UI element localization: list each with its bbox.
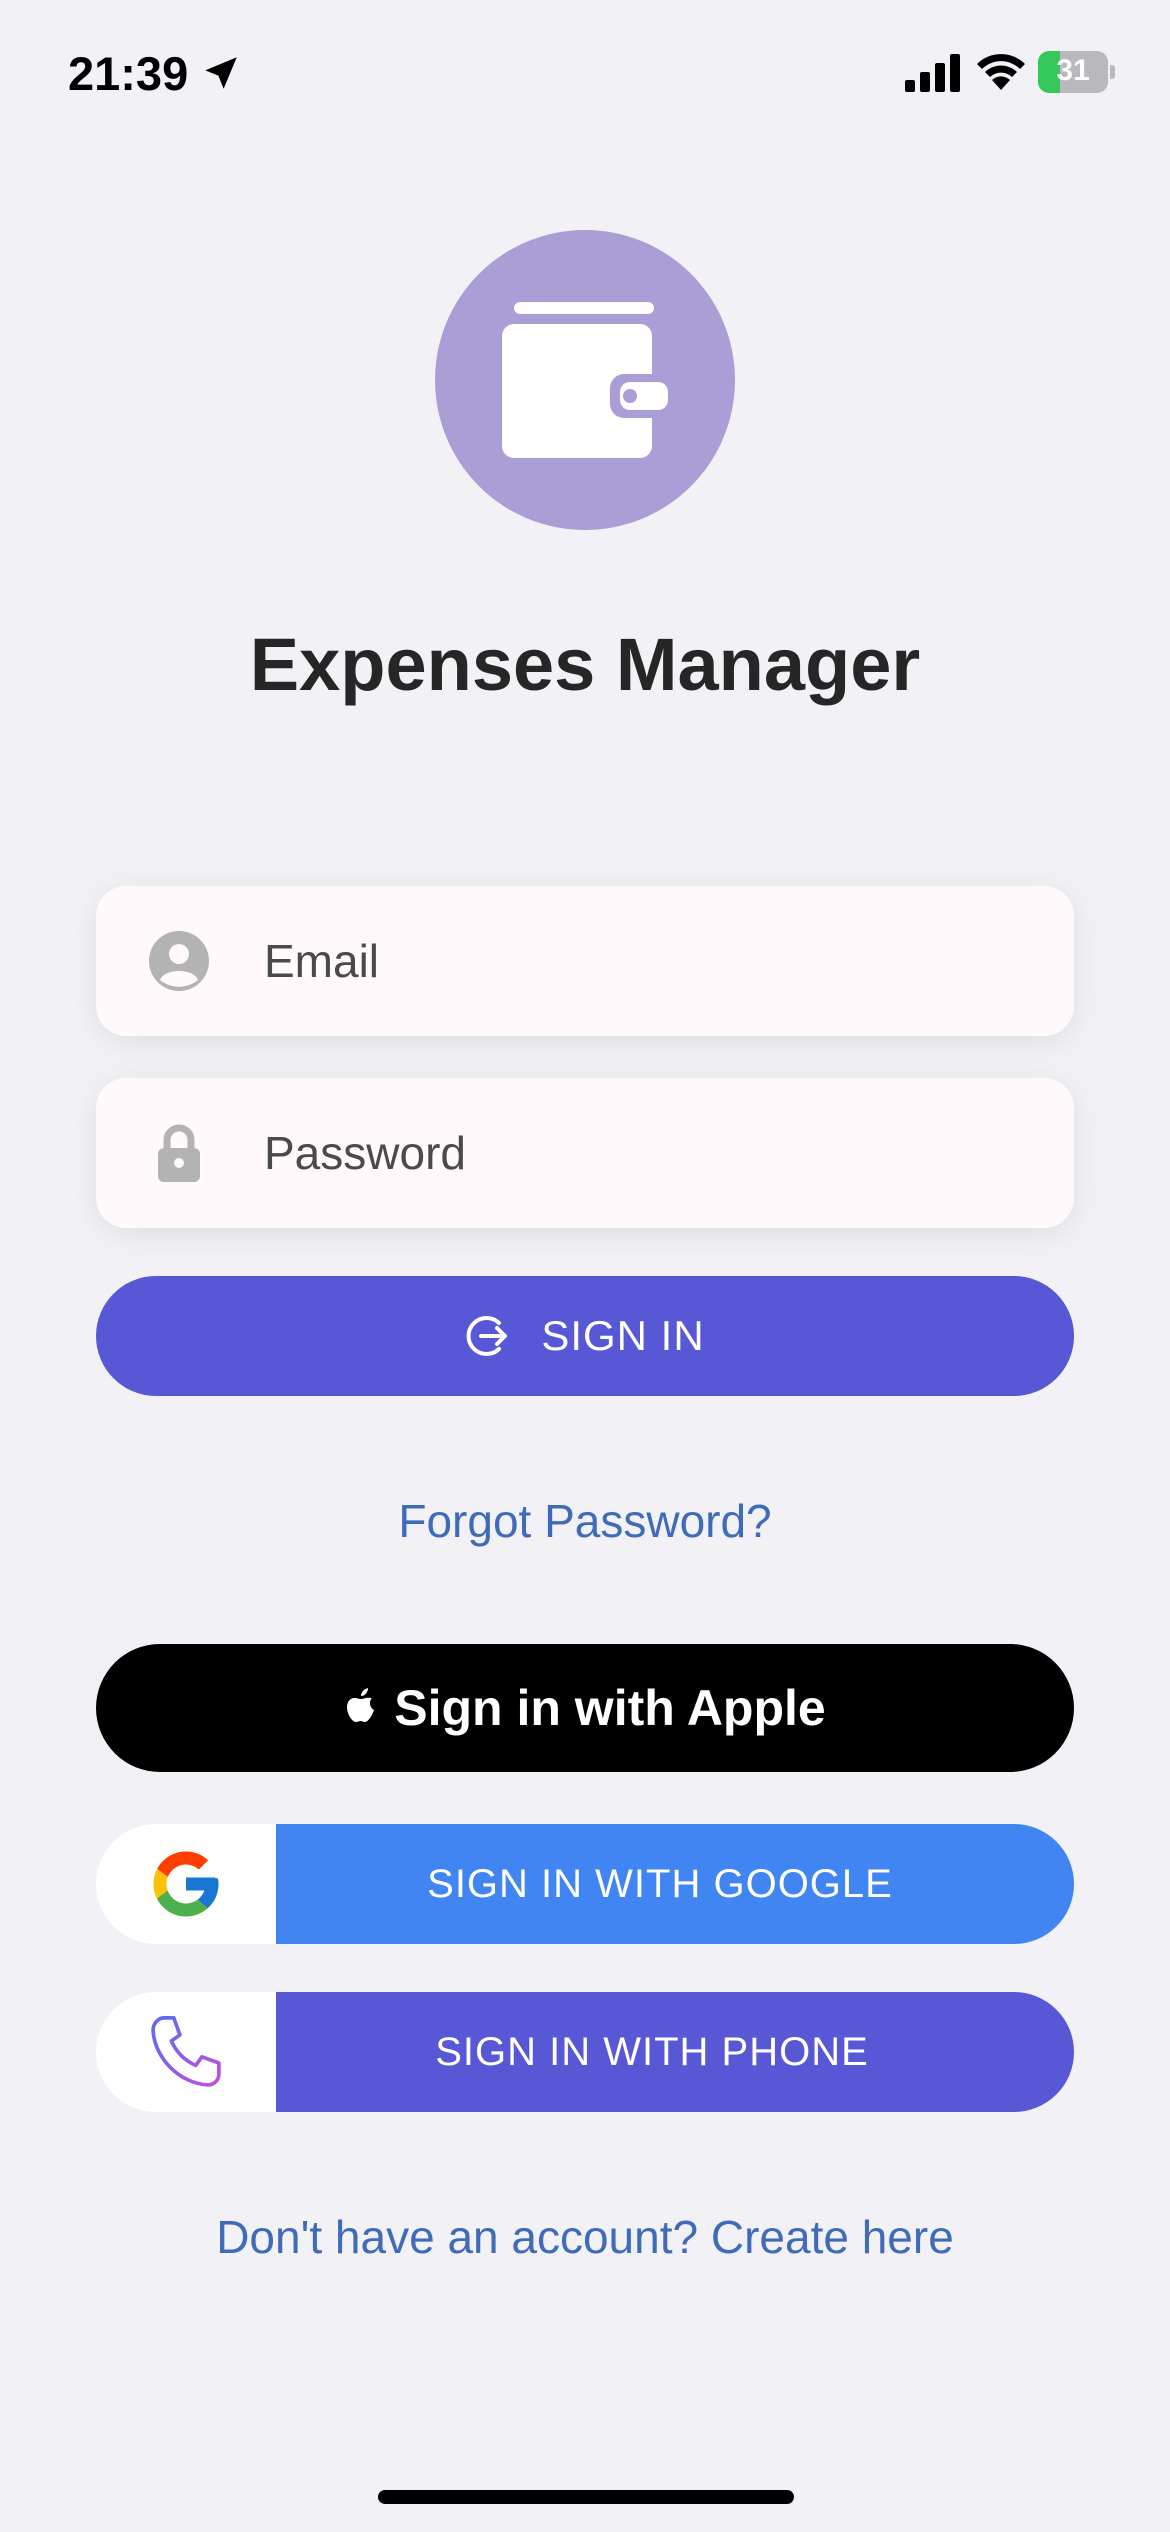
forgot-password-link[interactable]: Forgot Password? xyxy=(0,1494,1170,1548)
create-account-link[interactable]: Don't have an account? Create here xyxy=(0,2210,1170,2264)
sign-in-button[interactable]: SIGN IN xyxy=(96,1276,1074,1396)
wallet-icon xyxy=(502,302,674,458)
location-arrow-icon xyxy=(205,57,237,89)
google-icon-box xyxy=(96,1824,276,1944)
google-label: SIGN IN WITH GOOGLE xyxy=(276,1824,1074,1944)
sign-in-icon xyxy=(466,1316,508,1356)
email-field[interactable] xyxy=(264,886,1044,1036)
google-logo-icon xyxy=(153,1851,219,1917)
sign-in-with-phone-button[interactable]: SIGN IN WITH PHONE xyxy=(96,1992,1074,2112)
sign-in-label: SIGN IN xyxy=(541,1312,705,1359)
cellular-signal-icon xyxy=(905,54,960,92)
password-field[interactable] xyxy=(264,1078,1044,1228)
email-field-container xyxy=(96,886,1074,1036)
apple-logo-icon xyxy=(347,1688,375,1722)
login-screen: 21:39 31 Expenses Manager Email SIGN IN … xyxy=(0,0,1170,2532)
sign-in-with-apple-button[interactable]: Sign in with Apple xyxy=(96,1644,1074,1772)
apple-label: Sign in with Apple xyxy=(394,1680,826,1736)
home-indicator xyxy=(378,2490,794,2504)
user-circle-icon xyxy=(149,931,209,991)
phone-label: SIGN IN WITH PHONE xyxy=(276,1992,1074,2112)
password-field-container xyxy=(96,1078,1074,1228)
battery-charging-icon: 31 xyxy=(1038,51,1115,93)
status-time: 21:39 xyxy=(68,47,189,100)
lock-icon xyxy=(158,1124,200,1182)
battery-percent: 31 xyxy=(1056,54,1090,87)
wifi-icon xyxy=(977,54,1025,90)
phone-icon xyxy=(151,2016,221,2087)
sign-in-with-google-button[interactable]: SIGN IN WITH GOOGLE xyxy=(96,1824,1074,1944)
phone-icon-box xyxy=(96,1992,276,2112)
app-title: Expenses Manager xyxy=(249,623,921,706)
status-bar: 21:39 31 xyxy=(0,0,1170,150)
